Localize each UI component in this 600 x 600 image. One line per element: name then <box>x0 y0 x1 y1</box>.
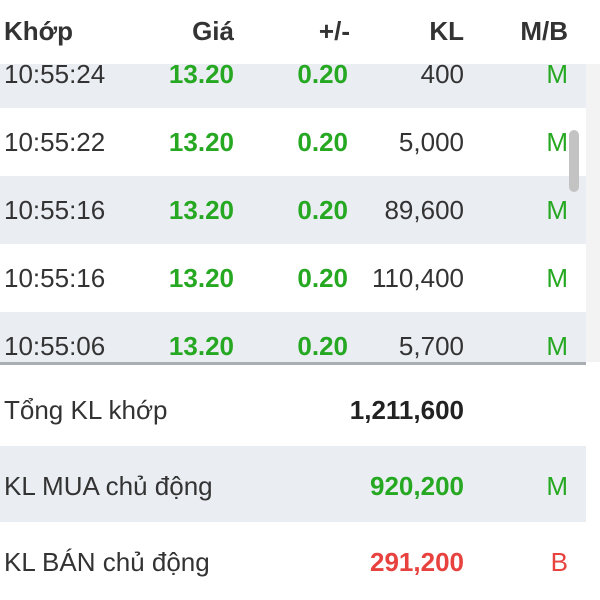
table-header: Khớp Giá +/- KL M/B <box>0 0 600 64</box>
trade-side: M <box>546 331 568 361</box>
trade-change: 0.20 <box>297 263 348 293</box>
trade-list[interactable]: 10:55:24 13.20 0.20 400 M 10:55:22 13.20… <box>0 64 586 362</box>
scrollbar-track[interactable] <box>586 64 600 362</box>
trade-volume: 400 <box>420 64 464 89</box>
trade-side: M <box>546 64 568 89</box>
summary-buy-label: KL MUA chủ động <box>4 471 213 501</box>
header-change[interactable]: +/- <box>319 14 350 48</box>
trade-change: 0.20 <box>297 195 348 225</box>
header-volume[interactable]: KL <box>429 14 464 48</box>
summary-buy-row: KL MUA chủ động 920,200 M <box>0 446 586 522</box>
header-time[interactable]: Khớp <box>4 14 73 48</box>
trade-volume: 89,600 <box>384 195 464 225</box>
trade-change: 0.20 <box>297 331 348 361</box>
trade-time: 10:55:16 <box>4 195 106 225</box>
trade-volume: 110,400 <box>371 263 464 293</box>
divider <box>0 362 586 365</box>
trade-time: 10:55:06 <box>4 331 106 361</box>
trade-price: 13.20 <box>168 195 234 225</box>
summary-total-row: Tổng KL khớp 1,211,600 <box>0 370 586 446</box>
header-price[interactable]: Giá <box>192 14 234 48</box>
trade-side: M <box>546 263 568 293</box>
summary-total-label: Tổng KL khớp <box>4 395 168 425</box>
trade-change: 0.20 <box>297 127 348 157</box>
trade-side: M <box>546 127 568 157</box>
table-row: 10:55:22 13.20 0.20 5,000 M <box>0 108 586 176</box>
trade-change: 0.20 <box>297 64 348 89</box>
trade-price: 13.20 <box>168 263 234 293</box>
summary-sell-value: 291,200 <box>370 547 464 577</box>
matched-trades-panel: Khớp Giá +/- KL M/B 10:55:24 13.20 0.20 … <box>0 0 600 600</box>
scrollbar-thumb[interactable] <box>569 130 579 192</box>
trade-side: M <box>546 195 568 225</box>
summary-sell-side: B <box>550 547 568 577</box>
trade-time: 10:55:24 <box>4 64 106 89</box>
table-row: 10:55:24 13.20 0.20 400 M <box>0 64 586 108</box>
header-side[interactable]: M/B <box>520 14 568 48</box>
summary-sell-row: KL BÁN chủ động 291,200 B <box>0 522 586 598</box>
table-row: 10:55:16 13.20 0.20 110,400 M <box>0 244 586 312</box>
trade-price: 13.20 <box>168 127 234 157</box>
trade-time: 10:55:22 <box>4 127 106 157</box>
summary-buy-side: M <box>546 471 568 501</box>
trade-volume: 5,000 <box>398 127 464 157</box>
summary-buy-value: 920,200 <box>370 471 464 501</box>
table-row: 10:55:06 13.20 0.20 5,700 M <box>0 312 586 362</box>
summary-total-value: 1,211,600 <box>349 395 464 425</box>
trade-price: 13.20 <box>168 331 234 361</box>
trade-price: 13.20 <box>168 64 234 89</box>
summary-sell-label: KL BÁN chủ động <box>4 547 210 577</box>
trade-volume: 5,700 <box>398 331 464 361</box>
table-row: 10:55:16 13.20 0.20 89,600 M <box>0 176 586 244</box>
trade-time: 10:55:16 <box>4 263 106 293</box>
